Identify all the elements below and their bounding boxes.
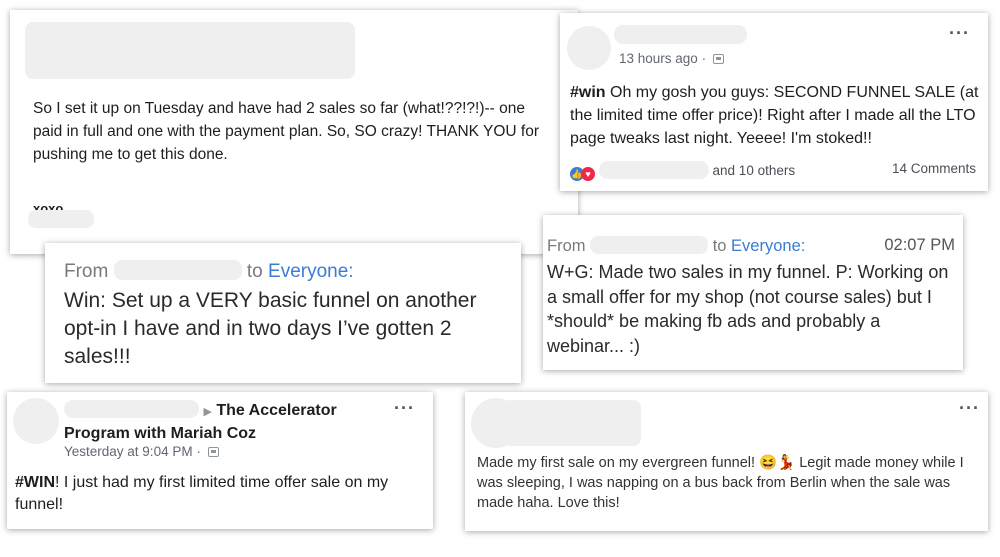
group-arrow-icon: ▶ bbox=[203, 406, 212, 418]
post-body: ! I just had my first limited time offer… bbox=[15, 474, 389, 513]
audience-icon[interactable] bbox=[207, 447, 219, 457]
to-label: to bbox=[246, 261, 263, 282]
audience-icon[interactable] bbox=[712, 54, 724, 64]
post-body-start: Made my first sale on my evergreen funne… bbox=[477, 455, 760, 471]
redacted-author-name[interactable] bbox=[64, 400, 199, 418]
chat-header: From to Everyone: bbox=[64, 260, 354, 283]
recipient: Everyone: bbox=[731, 237, 806, 255]
post-card-b: ··· 13 hours ago · #win Oh my gosh you g… bbox=[560, 13, 988, 191]
reactions-count: and 10 others bbox=[712, 163, 796, 178]
post-timestamp[interactable]: Yesterday at 9:04 PM bbox=[64, 444, 193, 459]
chat-header: From to Everyone: bbox=[547, 236, 805, 256]
chat-message-card-d: From to Everyone: 02:07 PM W+G: Made two… bbox=[543, 215, 963, 370]
chat-message-text: Win: Set up a VERY basic funnel on anoth… bbox=[64, 289, 477, 368]
redacted-reactor-names bbox=[598, 161, 709, 179]
post-timestamp[interactable]: 13 hours ago bbox=[619, 51, 698, 66]
meta-separator: · bbox=[701, 51, 707, 66]
avatar[interactable] bbox=[567, 26, 611, 70]
from-label: From bbox=[64, 261, 109, 282]
post-text: #win Oh my gosh you guys: SECOND FUNNEL … bbox=[570, 81, 980, 150]
emoji-laugh-dance-icon: 😆💃 bbox=[759, 455, 796, 471]
redacted-sender bbox=[590, 236, 709, 254]
meta-separator: · bbox=[196, 444, 201, 459]
redacted-signature bbox=[28, 210, 94, 228]
post-meta: 13 hours ago · bbox=[619, 51, 724, 66]
hashtag[interactable]: #win bbox=[570, 84, 606, 101]
post-text: #WIN! I just had my first limited time o… bbox=[15, 472, 427, 516]
redacted-author-name[interactable] bbox=[503, 400, 641, 446]
post-header: ▶ The Accelerator Program with Mariah Co… bbox=[64, 400, 364, 444]
message-time: 02:07 PM bbox=[884, 236, 955, 254]
redacted-name-block bbox=[25, 22, 355, 79]
comments-count[interactable]: 14 Comments bbox=[892, 161, 976, 176]
from-label: From bbox=[547, 237, 586, 255]
chat-message-text: W+G: Made two sales in my funnel. P: Wor… bbox=[547, 262, 949, 356]
more-options-icon[interactable]: ··· bbox=[959, 398, 980, 419]
more-options-icon[interactable]: ··· bbox=[394, 398, 415, 419]
love-icon: ♥ bbox=[581, 167, 595, 181]
post-card-e: ▶ The Accelerator Program with Mariah Co… bbox=[7, 392, 433, 529]
post-body: Oh my gosh you guys: SECOND FUNNEL SALE … bbox=[570, 84, 979, 147]
hashtag[interactable]: #WIN bbox=[15, 474, 55, 491]
avatar[interactable] bbox=[13, 398, 59, 444]
more-options-icon[interactable]: ··· bbox=[949, 23, 970, 44]
recipient: Everyone: bbox=[268, 261, 354, 282]
post-card-f: ··· Made my first sale on my evergreen f… bbox=[465, 392, 988, 531]
reactions-summary[interactable]: 👍 ♥ and 10 others bbox=[570, 161, 795, 181]
post-meta: Yesterday at 9:04 PM · bbox=[64, 444, 219, 459]
post-text: Made my first sale on my evergreen funne… bbox=[477, 453, 977, 513]
redacted-sender bbox=[113, 260, 242, 280]
redacted-author-name[interactable] bbox=[614, 25, 747, 44]
post-card-a: So I set it up on Tuesday and have had 2… bbox=[10, 10, 578, 254]
post-text: So I set it up on Tuesday and have had 2… bbox=[33, 100, 540, 163]
chat-message-card-c: From to Everyone: Win: Set up a VERY bas… bbox=[45, 243, 521, 383]
to-label: to bbox=[712, 237, 727, 255]
